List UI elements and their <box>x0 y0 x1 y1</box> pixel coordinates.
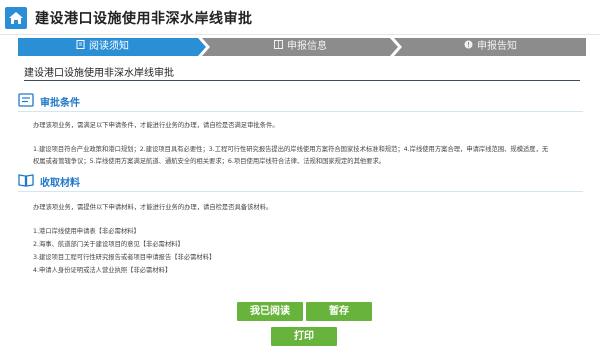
print-button[interactable]: 打印 <box>271 327 337 346</box>
header-divider <box>0 34 600 35</box>
item-name-underline <box>24 80 580 81</box>
step-1-label: 阅读须知 <box>89 41 129 52</box>
conditions-intro: 办理该项业务，需满足以下申请条件，才能进行业务的办理，请自检是否满足审批条件。 <box>33 122 279 129</box>
alert-icon <box>464 38 473 56</box>
material-item: 2.海事、航道部门关于建设项目的意见【非必需材料】 <box>33 241 184 248</box>
book-icon <box>18 172 34 191</box>
materials-title: 收取材料 <box>40 177 80 189</box>
material-item: 4.申请人身份证明或法人营业执照【非必需材料】 <box>33 267 172 274</box>
conditions-divider <box>18 111 583 112</box>
step-3[interactable]: 申报告知 <box>464 38 517 56</box>
item-name: 建设港口设施使用非深水岸线审批 <box>24 68 174 79</box>
step-3-label: 申报告知 <box>477 41 517 52</box>
materials-intro: 办理该项业务，需提供以下申请材料，才能进行业务的办理，请自检是否具备该材料。 <box>33 204 273 211</box>
conditions-line-1: 1.建设项目符合产业政策和港口规划；2.建设项目具有必要性；3.工程可行性研究报… <box>33 146 549 153</box>
read-confirm-button[interactable]: 我已阅读 <box>237 302 303 321</box>
conditions-line-2: 权属或者管辖争议；5.岸线使用方案满足航道、通航安全的相关要求；6.项目使用岸线… <box>33 158 386 165</box>
step-2[interactable]: 申报信息 <box>274 38 327 56</box>
home-icon[interactable] <box>5 7 27 29</box>
page-title: 建设港口设施使用非深水岸线审批 <box>35 11 253 27</box>
notebook-icon <box>76 38 85 56</box>
form-icon <box>274 38 283 56</box>
conditions-title: 审批条件 <box>40 97 80 109</box>
step-2-label: 申报信息 <box>287 41 327 52</box>
save-draft-button[interactable]: 暂存 <box>306 302 372 321</box>
conditions-section-header: 审批条件 <box>18 92 80 110</box>
page-header: 建设港口设施使用非深水岸线审批 <box>0 0 600 36</box>
materials-section-header: 收取材料 <box>18 172 80 190</box>
material-item: 3.建设项目工程可行性研究报告或者项目申请报告【非必需材料】 <box>33 254 216 261</box>
step-1[interactable]: 阅读须知 <box>76 38 129 56</box>
materials-divider <box>18 191 583 192</box>
material-item: 1.港口岸线使用申请表【非必需材料】 <box>33 228 140 235</box>
conditions-icon <box>18 92 34 111</box>
step-progress-bar: 阅读须知 申报信息 申报告知 <box>18 38 586 56</box>
